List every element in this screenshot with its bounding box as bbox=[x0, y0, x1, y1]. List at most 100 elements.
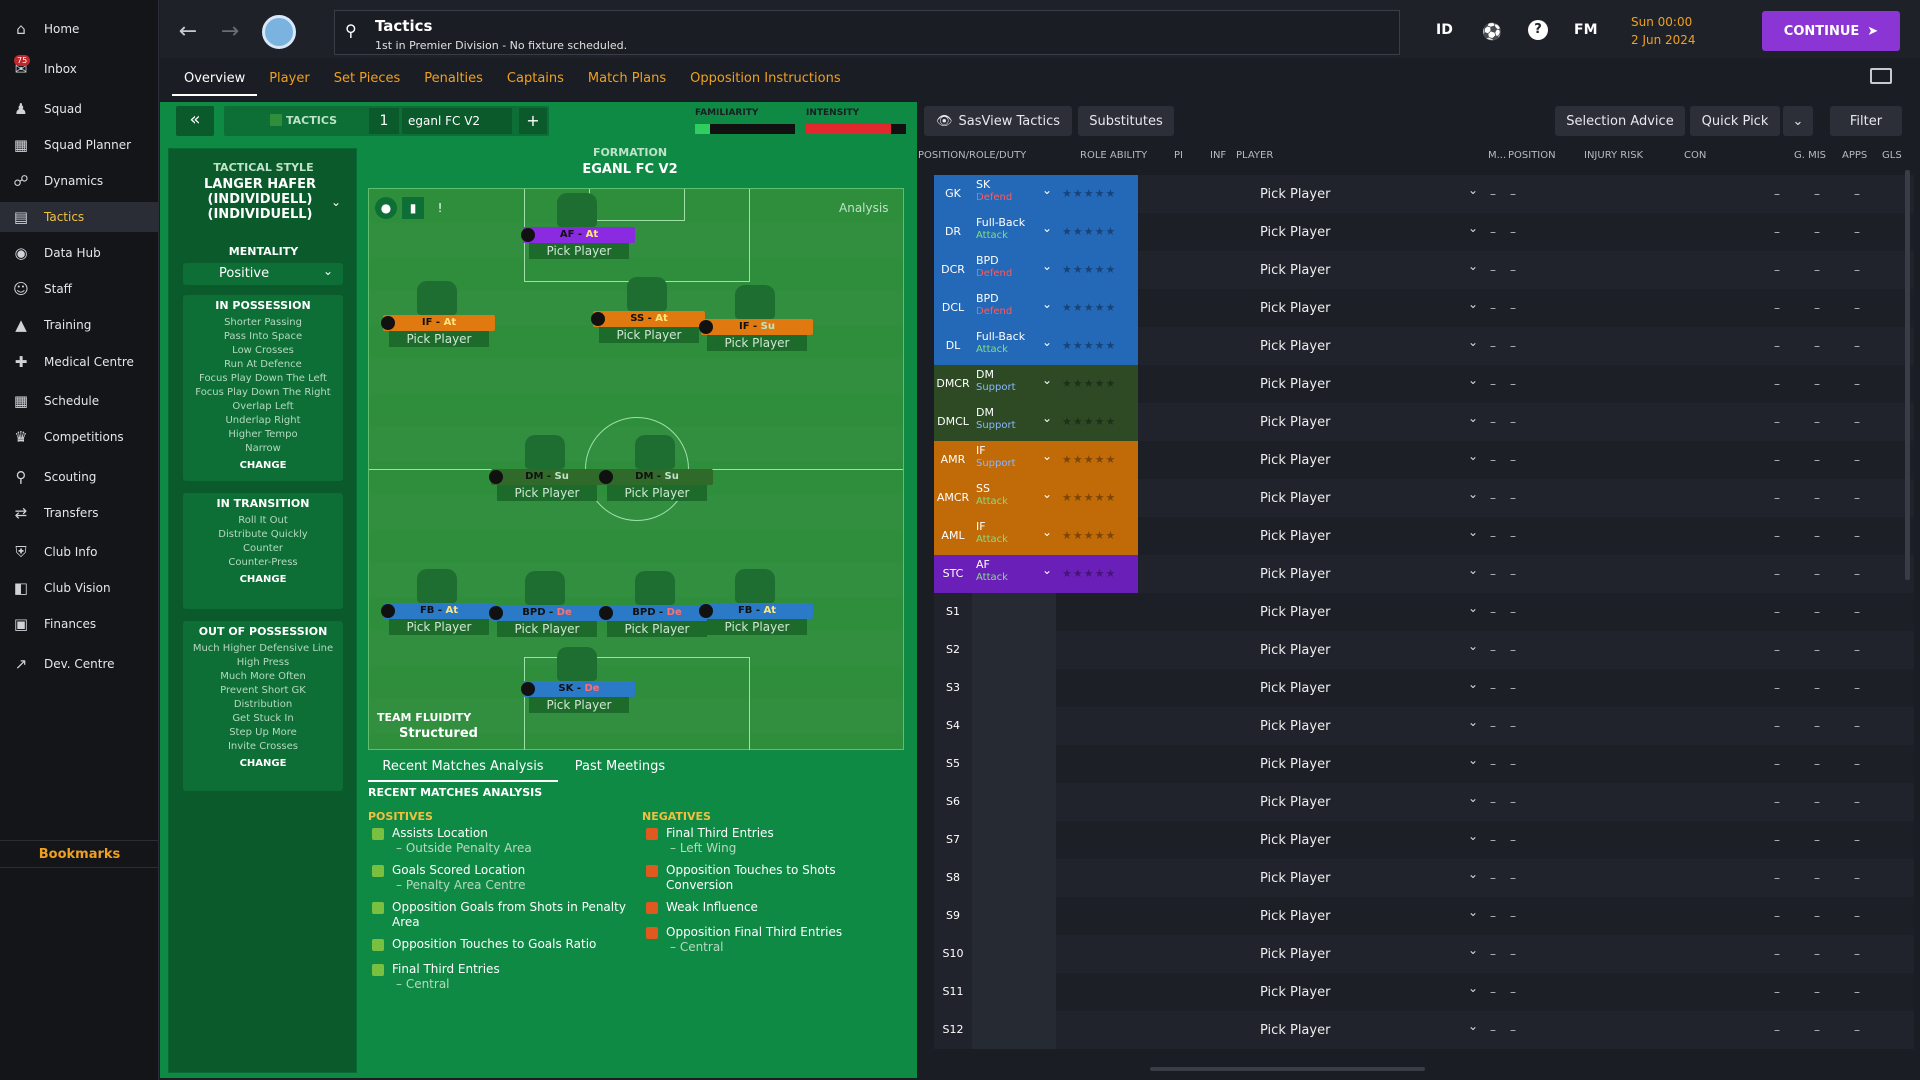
sidebar-item-squad-planner[interactable]: ▦ Squad Planner bbox=[0, 130, 158, 160]
role-dropdown[interactable]: DM Support ⌄ bbox=[972, 365, 1056, 403]
pick-player-dropdown[interactable]: Pick Player bbox=[707, 335, 807, 351]
search-box[interactable]: ⚲ Tactics 1st in Premier Division - No f… bbox=[334, 10, 1400, 55]
pick-player-dropdown[interactable]: Pick Player bbox=[1260, 529, 1330, 544]
role-pill[interactable]: IF - At bbox=[381, 315, 495, 331]
pick-player-dropdown[interactable]: Pick Player bbox=[599, 327, 699, 343]
role-pill[interactable]: DM - Su bbox=[599, 469, 713, 485]
back-arrow-icon[interactable]: ← bbox=[174, 18, 202, 46]
table-row[interactable]: AML IF Attack ⌄ ★★★★★ Pick Player ⌄ – – – – – bbox=[934, 517, 1914, 555]
chevron-down-icon[interactable]: ⌄ bbox=[1468, 335, 1478, 349]
table-row[interactable]: S8 Pick Player ⌄ – – – – – bbox=[934, 859, 1914, 897]
filter-button[interactable]: Filter bbox=[1830, 106, 1902, 136]
column-header[interactable]: CON bbox=[1684, 150, 1706, 161]
pick-player-dropdown[interactable]: Pick Player bbox=[1260, 795, 1330, 810]
table-row[interactable]: S3 Pick Player ⌄ – – – – – bbox=[934, 669, 1914, 707]
role-pill[interactable]: DM - Su bbox=[489, 469, 603, 485]
sidebar-item-home[interactable]: ⌂ Home bbox=[0, 14, 158, 44]
role-dropdown[interactable]: BPD Defend ⌄ bbox=[972, 251, 1056, 289]
sidebar-item-scouting[interactable]: ⚲ Scouting bbox=[0, 462, 158, 492]
table-row[interactable]: S12 Pick Player ⌄ – – – – – bbox=[934, 1011, 1914, 1049]
in-transition-change[interactable]: CHANGE bbox=[183, 574, 343, 585]
column-header[interactable]: PI bbox=[1174, 150, 1183, 161]
tab-match-plans[interactable]: Match Plans bbox=[576, 66, 678, 96]
tab-captains[interactable]: Captains bbox=[495, 66, 576, 96]
positive-item[interactable]: Goals Scored Location – Penalty Area Cent… bbox=[372, 863, 632, 893]
tab-set-pieces[interactable]: Set Pieces bbox=[322, 66, 413, 96]
help-icon[interactable]: ? bbox=[1528, 20, 1548, 40]
mentality-dropdown[interactable]: Positive ⌄ bbox=[183, 263, 343, 285]
table-row[interactable]: DCR BPD Defend ⌄ ★★★★★ Pick Player ⌄ – – – – – bbox=[934, 251, 1914, 289]
column-header[interactable]: INJURY RISK bbox=[1584, 150, 1643, 161]
chevron-down-icon[interactable]: ⌄ bbox=[1468, 639, 1478, 653]
vertical-scrollbar[interactable] bbox=[1905, 170, 1910, 580]
chevron-down-icon[interactable]: ⌄ bbox=[1468, 221, 1478, 235]
role-dropdown[interactable]: SK Defend ⌄ bbox=[972, 175, 1056, 213]
column-header[interactable]: POSITION/ROLE/DUTY bbox=[918, 150, 1026, 161]
chevron-down-icon[interactable]: ⌄ bbox=[1468, 715, 1478, 729]
pick-player-dropdown[interactable]: Pick Player bbox=[1260, 833, 1330, 848]
chevron-down-icon[interactable]: ⌄ bbox=[1468, 183, 1478, 197]
role-pill[interactable]: AF - At bbox=[521, 227, 635, 243]
tab-overview[interactable]: Overview bbox=[172, 66, 258, 96]
pick-player-dropdown[interactable]: Pick Player bbox=[1260, 1023, 1330, 1038]
intensity-bar[interactable] bbox=[806, 124, 906, 134]
sidebar-item-tactics[interactable]: ▤ Tactics bbox=[0, 202, 158, 232]
chevron-down-icon[interactable]: ⌄ bbox=[1468, 753, 1478, 767]
negative-item[interactable]: Opposition Touches to Shots Conversion bbox=[646, 863, 906, 893]
role-pill[interactable]: SK - De bbox=[521, 681, 635, 697]
view-dropdown[interactable]: 👁 SasView Tactics bbox=[924, 106, 1072, 136]
table-row[interactable]: DR Full-Back Attack ⌄ ★★★★★ Pick Player ⌄ – – – – – bbox=[934, 213, 1914, 251]
table-row[interactable]: AMR IF Support ⌄ ★★★★★ Pick Player ⌄ – – – – – bbox=[934, 441, 1914, 479]
table-row[interactable]: S7 Pick Player ⌄ – – – – – bbox=[934, 821, 1914, 859]
chevron-down-icon[interactable]: ⌄ bbox=[1468, 829, 1478, 843]
role-dropdown[interactable]: SS Attack ⌄ bbox=[972, 479, 1056, 517]
pick-player-dropdown[interactable]: Pick Player bbox=[389, 619, 489, 635]
in-possession-box[interactable]: IN POSSESSION Shorter Passing Pass Into S… bbox=[183, 295, 343, 481]
role-dropdown[interactable]: Full-Back Attack ⌄ bbox=[972, 327, 1056, 365]
pick-player-dropdown[interactable]: Pick Player bbox=[1260, 909, 1330, 924]
role-dropdown[interactable]: IF Attack ⌄ bbox=[972, 517, 1056, 555]
role-dropdown[interactable]: BPD Defend ⌄ bbox=[972, 289, 1056, 327]
tactic-name-dropdown[interactable]: eganl FC V2 bbox=[402, 108, 512, 134]
sidebar-item-training[interactable]: ▲ Training bbox=[0, 310, 158, 340]
chevron-down-icon[interactable]: ⌄ bbox=[1468, 981, 1478, 995]
analysis-heading[interactable]: RECENT MATCHES ANALYSIS bbox=[368, 786, 542, 799]
pick-player-dropdown[interactable]: Pick Player bbox=[1260, 567, 1330, 582]
column-header[interactable]: APPS bbox=[1842, 150, 1867, 161]
sidebar-item-staff[interactable]: ☺ Staff bbox=[0, 274, 158, 304]
chevron-down-icon[interactable]: ⌄ bbox=[1468, 905, 1478, 919]
sidebar-item-squad[interactable]: ♟ Squad bbox=[0, 94, 158, 124]
pick-player-dropdown[interactable]: Pick Player bbox=[1260, 263, 1330, 278]
sidebar-item-schedule[interactable]: ▦ Schedule bbox=[0, 386, 158, 416]
sidebar-item-club-info[interactable]: ⛨ Club Info bbox=[0, 537, 158, 567]
table-row[interactable]: STC AF Attack ⌄ ★★★★★ Pick Player ⌄ – – – – – bbox=[934, 555, 1914, 593]
continue-button[interactable]: CONTINUE ➤ bbox=[1762, 11, 1900, 51]
role-dropdown[interactable]: AF Attack ⌄ bbox=[972, 555, 1056, 593]
horizontal-scrollbar[interactable] bbox=[1150, 1067, 1425, 1071]
role-pill[interactable]: IF - Su bbox=[699, 319, 813, 335]
pick-player-dropdown[interactable]: Pick Player bbox=[497, 621, 597, 637]
table-row[interactable]: S2 Pick Player ⌄ – – – – – bbox=[934, 631, 1914, 669]
pick-player-dropdown[interactable]: Pick Player bbox=[1260, 871, 1330, 886]
bookmarks-button[interactable]: Bookmarks bbox=[0, 840, 159, 868]
pick-player-dropdown[interactable]: Pick Player bbox=[1260, 339, 1330, 354]
pick-player-dropdown[interactable]: Pick Player bbox=[1260, 681, 1330, 696]
sidebar-item-club-vision[interactable]: ◧ Club Vision bbox=[0, 573, 158, 603]
column-header[interactable]: PLAYER bbox=[1236, 150, 1273, 161]
role-dropdown[interactable]: Full-Back Attack ⌄ bbox=[972, 213, 1056, 251]
id-button[interactable]: ID bbox=[1436, 22, 1453, 38]
collapse-icon[interactable]: « bbox=[176, 106, 214, 136]
chevron-down-icon[interactable]: ⌄ bbox=[1468, 525, 1478, 539]
negative-item[interactable]: Opposition Final Third Entries – Central bbox=[646, 925, 906, 955]
positive-item[interactable]: Opposition Touches to Goals Ratio bbox=[372, 937, 632, 952]
table-row[interactable]: DCL BPD Defend ⌄ ★★★★★ Pick Player ⌄ – – – – – bbox=[934, 289, 1914, 327]
role-pill[interactable]: BPD - De bbox=[599, 605, 713, 621]
tab-penalties[interactable]: Penalties bbox=[412, 66, 495, 96]
table-row[interactable]: AMCR SS Attack ⌄ ★★★★★ Pick Player ⌄ – – – – – bbox=[934, 479, 1914, 517]
chevron-down-icon[interactable]: ⌄ bbox=[1468, 563, 1478, 577]
column-header[interactable]: M... bbox=[1488, 150, 1506, 161]
positive-item[interactable]: Assists Location – Outside Penalty Area bbox=[372, 826, 632, 856]
column-header[interactable]: ROLE ABILITY bbox=[1080, 150, 1147, 161]
pick-player-dropdown[interactable]: Pick Player bbox=[607, 485, 707, 501]
column-header[interactable]: INF bbox=[1210, 150, 1226, 161]
